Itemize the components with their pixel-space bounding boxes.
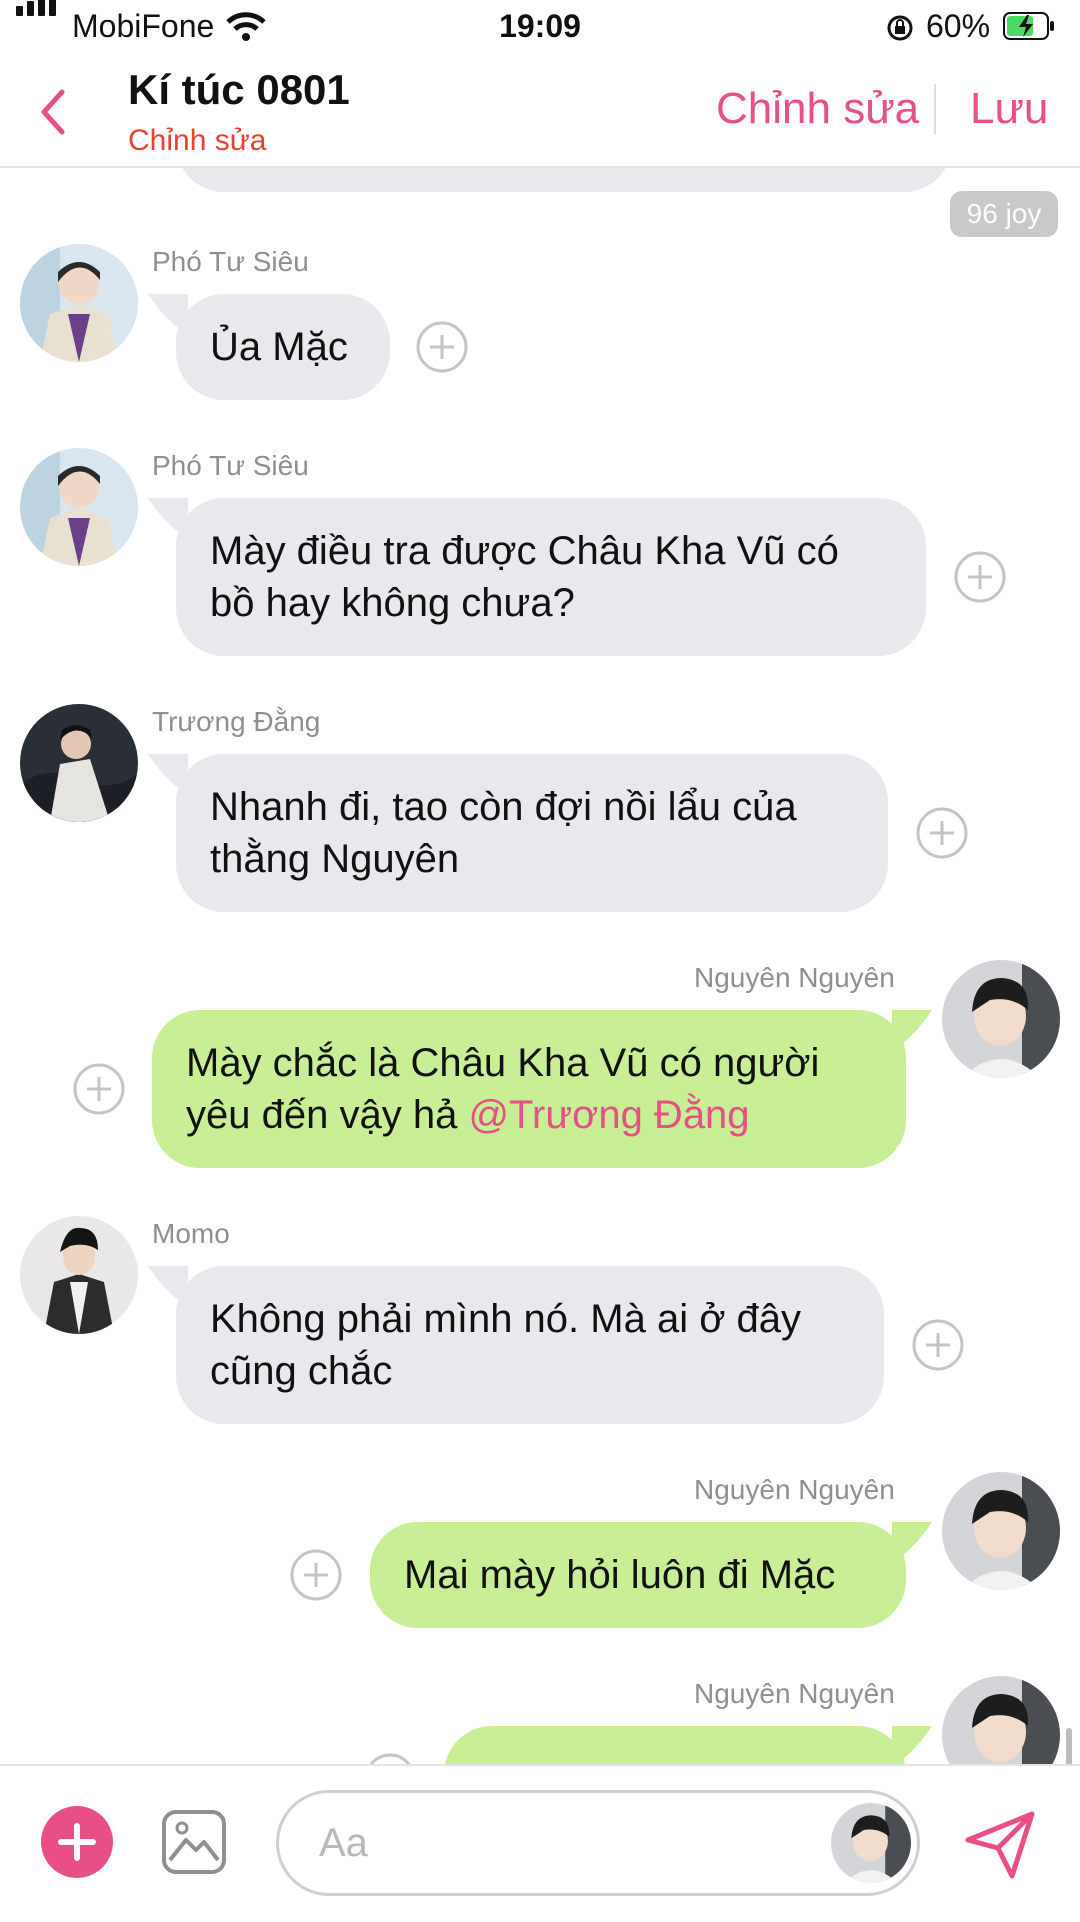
avatar-momo[interactable] [20,1216,138,1334]
message-text-line: cũng chắc [210,1349,393,1393]
plus-circle-icon[interactable] [290,1549,342,1601]
sender-name: Nguyên Nguyên [694,1474,895,1505]
save-button[interactable]: Lưu [970,84,1048,134]
edit-button[interactable]: Chỉnh sửa [716,84,919,134]
battery-percent: 60% [926,8,991,44]
rotation-lock-icon [887,15,913,41]
add-icon [58,1823,96,1861]
plus-circle-icon[interactable] [954,551,1006,603]
message-bubble[interactable]: Mày điều tra được Châu Kha Vũ có bồ hay … [176,498,926,656]
message-bubble[interactable]: Mai mày hỏi luôn đi Mặc [370,1522,906,1628]
avatar-nguyen-nguyen[interactable] [942,1472,1060,1590]
plus-circle-icon[interactable] [916,807,968,859]
message-text: Ủa Mặc [210,325,348,369]
sender-name: Nguyên Nguyên [694,1678,895,1709]
plus-circle-icon[interactable] [416,321,468,373]
sender-name: Phó Tư Siêu [152,450,309,481]
message-text-line: Nhanh đi, tao còn đợi nồi lẩu của [210,785,797,829]
composer-bar: Aa [0,1764,1080,1922]
plus-circle-icon[interactable] [912,1319,964,1371]
mention-link[interactable]: @Trương Đằng [468,1093,749,1137]
message-input[interactable]: Aa [276,1790,920,1896]
sender-name: Phó Tư Siêu [152,246,309,277]
avatar-current-user[interactable] [831,1803,911,1883]
avatar-nguyen-nguyen[interactable] [942,960,1060,1078]
message-text-line: Mày chắc là Châu Kha Vũ có người [186,1041,820,1085]
sender-name: Nguyên Nguyên [694,962,895,993]
plus-circle-icon[interactable] [73,1063,125,1115]
chat-subtitle[interactable]: Chỉnh sửa [128,124,267,158]
avatar-pho-tu-sieu[interactable] [20,244,138,362]
add-button[interactable] [41,1806,113,1878]
chat-header: Kí túc 0801 Chỉnh sửa Chỉnh sửa Lưu [0,56,1080,168]
avatar-pho-tu-sieu[interactable] [20,448,138,566]
send-icon[interactable] [962,1806,1038,1882]
gallery-icon[interactable] [160,1808,228,1876]
message-text-line: bồ hay không chưa? [210,581,575,625]
message-text: Mai mày hỏi luôn đi Mặc [404,1553,836,1597]
avatar-nguyen-nguyen[interactable] [942,1676,1060,1764]
message-text-line: Không phải mình nó. Mà ai ở đây [210,1297,802,1341]
message-text-line: Mày điều tra được Châu Kha Vũ có [210,529,839,573]
message-bubble-partial[interactable] [444,1726,906,1764]
header-divider [934,84,936,134]
message-bubble[interactable]: Mày chắc là Châu Kha Vũ có người yêu đến… [152,1010,906,1168]
message-bubble[interactable]: Ủa Mặc [176,294,390,400]
chat-title: Kí túc 0801 [128,66,350,113]
status-bar: MobiFone 19:09 60% [0,0,1080,56]
message-text-line: thằng Nguyên [210,837,460,881]
message-bubble[interactable]: Nhanh đi, tao còn đợi nồi lẩu của thằng … [176,754,888,912]
back-chevron-icon[interactable] [36,86,72,138]
message-input-placeholder: Aa [319,1821,368,1865]
clock: 19:09 [499,8,581,44]
avatar-truong-dang[interactable] [20,704,138,822]
message-text-line: yêu đến vậy hả [186,1093,458,1137]
message-list[interactable]: 96 joy Phó Tư Siêu Ủa Mặc Phó Tư Siêu Mà… [0,168,1080,1764]
sender-name: Momo [152,1218,230,1249]
message-bubble-partial[interactable] [176,168,952,192]
battery-icon [1003,12,1054,40]
message-bubble[interactable]: Không phải mình nó. Mà ai ở đây cũng chắ… [176,1266,884,1424]
plus-circle-icon[interactable] [364,1753,416,1764]
sender-name: Trương Đằng [152,706,321,737]
reaction-badge[interactable]: 96 joy [950,191,1058,237]
scrollbar[interactable] [1066,1728,1072,1764]
